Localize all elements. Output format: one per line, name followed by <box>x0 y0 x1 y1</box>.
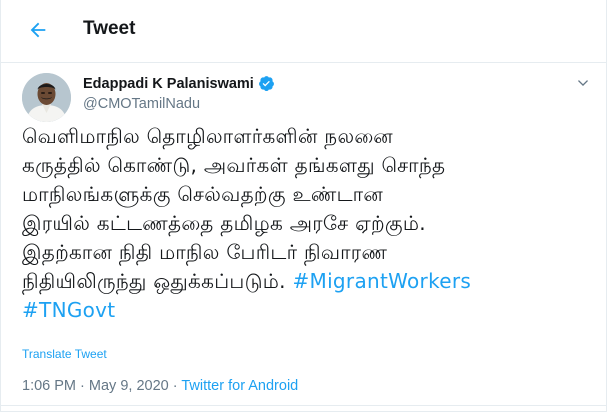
tweet-line: #TNGovt <box>22 296 592 325</box>
tweet-line: இரயில் கட்டணத்தை தமிழக அரசே ஏற்கும். <box>22 211 426 235</box>
verified-badge-icon <box>258 75 275 92</box>
avatar[interactable] <box>22 73 71 122</box>
tweet-meta: 1:06 PM · May 9, 2020 · Twitter for Andr… <box>22 378 298 394</box>
author-name-text: Edappadi K Palaniswami <box>83 75 254 92</box>
author-name[interactable]: Edappadi K Palaniswami <box>83 75 275 92</box>
chevron-down-icon <box>578 80 588 86</box>
tweet-line-with-hashtag: நிதியிலிருந்து ஒதுக்கப்படும். #MigrantWo… <box>22 267 592 296</box>
arrow-left-icon <box>30 22 46 38</box>
tweet-time[interactable]: 1:06 PM <box>22 378 76 394</box>
page-title: Tweet <box>83 18 136 39</box>
hashtag-migrantworkers[interactable]: #MigrantWorkers <box>292 269 471 293</box>
tweet-date[interactable]: May 9, 2020 <box>89 378 169 394</box>
tweet-line-text: நிதியிலிருந்து ஒதுக்கப்படும். <box>22 269 286 293</box>
tweet-line: மாநிலங்களுக்கு செல்வதற்கு உண்டான <box>22 182 384 206</box>
tweet-source-link[interactable]: Twitter for Android <box>181 378 298 394</box>
divider <box>0 405 607 406</box>
page-header: Tweet <box>0 0 607 63</box>
author-handle[interactable]: @CMOTamilNadu <box>83 96 200 112</box>
back-button[interactable] <box>22 14 54 46</box>
tweet-line: வெளிமாநில தொழிலாளர்களின் நலனை <box>22 124 393 148</box>
meta-separator: · <box>172 378 178 394</box>
tweet-line: கருத்தில் கொண்டு, அவர்கள் தங்களது சொந்த <box>22 153 446 177</box>
tweet-text: வெளிமாநில தொழிலாளர்களின் நலனை கருத்தில் … <box>22 122 592 325</box>
avatar-image <box>22 73 71 122</box>
more-options-button[interactable] <box>572 72 594 94</box>
hashtag-tngovt[interactable]: #TNGovt <box>22 298 115 322</box>
translate-tweet-link[interactable]: Translate Tweet <box>22 347 107 361</box>
meta-separator: · <box>80 378 85 394</box>
tweet-line: இதற்கான நிதி மாநில பேரிடர் நிவாரண <box>22 240 388 264</box>
